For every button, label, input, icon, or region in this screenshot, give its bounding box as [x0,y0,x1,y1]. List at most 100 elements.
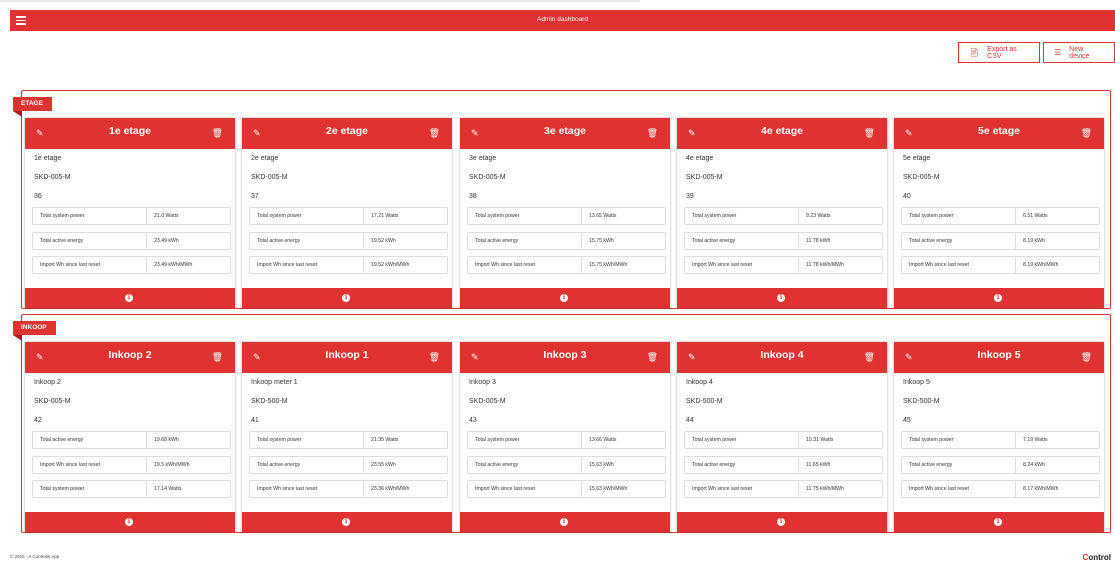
info-icon: i [560,294,568,302]
metric-label: Total active energy [902,457,1016,473]
card-title: Inkoop 3 [543,349,587,361]
device-type: SKD-005-M [903,174,940,181]
metric-value: 23.49 kWh [154,238,179,244]
trash-icon[interactable]: 🗑︎ [647,128,658,139]
trash-icon[interactable]: 🗑︎ [647,352,658,363]
metric-value: 11.65 kWh [806,462,831,468]
metric-value: 17.14 Watts [154,486,182,492]
metric-value: 11.78 kWh [806,238,831,244]
metric-row: Total active energy 23.55 kWh [249,456,448,474]
metric-label: Total system power [33,481,147,497]
device-number: 44 [686,417,694,424]
card-title: Inkoop 1 [325,349,369,361]
metric-label: Total active energy [468,457,582,473]
metric-value: 19.68 kWh [154,437,179,443]
brand-logo: Control [1082,553,1111,562]
metric-value: 10.31 Watts [806,437,834,443]
metric-value: 6.51 Watts [1023,213,1048,219]
device-type: SKD-005-M [34,174,71,181]
metric-value: 23.55 kWh [371,462,396,468]
trash-icon[interactable]: 🗑︎ [212,352,223,363]
metric-label: Total active energy [250,457,364,473]
metric-value: 19.52 kWh [371,238,396,244]
metric-row: Total active energy 8.19 kWh [901,232,1100,250]
device-type: SKD-500-M [686,398,723,405]
trash-icon[interactable]: 🗑︎ [429,128,440,139]
metric-label: Total active energy [250,233,364,249]
app-title: Admin dashboard [537,16,588,23]
section-tag: INKOOP [13,321,56,341]
device-card: ✎ Inkoop 2 🗑︎ Inkoop 2 SKD-005-M 42 Tota… [25,342,235,532]
trash-icon[interactable]: 🗑︎ [212,128,223,139]
card-info-button[interactable]: i [25,288,235,308]
card-header: ✎ 1e etage 🗑︎ [25,118,235,149]
card-info-button[interactable]: i [677,288,887,308]
device-type: SKD-005-M [34,398,71,405]
device-card: ✎ 3e etage 🗑︎ 3e etage SKD-005-M 38 Tota… [460,118,670,308]
toolbar: 📄︎ Export as CSV ☰ New device [958,42,1115,63]
card-info-button[interactable]: i [242,288,452,308]
export-csv-button[interactable]: 📄︎ Export as CSV [958,42,1040,63]
metric-label: Import Wh since last reset [250,481,364,497]
metric-value: 19.5 kWh/MWh [154,462,190,468]
card-info-button[interactable]: i [460,512,670,532]
trash-icon[interactable]: 🗑︎ [864,352,875,363]
device-number: 43 [469,417,477,424]
card-title: 3e etage [543,125,587,137]
section-etage: ETAGE ✎ 1e etage 🗑︎ 1e etage SKD-005-M 3… [13,90,1111,309]
device-number: 42 [34,417,42,424]
metric-row: Total active energy 19.52 kWh [249,232,448,250]
device-description: 1e etage [34,155,62,162]
card-info-button[interactable]: i [894,512,1104,532]
metric-value: 7.19 Watts [1023,437,1048,443]
card-title: 2e etage [325,125,369,137]
metric-label: Import Wh since last reset [250,257,364,273]
metric-row: Total active energy 8.24 kWh [901,456,1100,474]
device-number: 38 [469,193,477,200]
metric-value: 15.75 kWh [589,238,614,244]
device-number: 37 [251,193,259,200]
card-title: Inkoop 2 [108,349,152,361]
trash-icon[interactable]: 🗑︎ [1081,352,1092,363]
trash-icon[interactable]: 🗑︎ [429,352,440,363]
card-info-button[interactable]: i [25,512,235,532]
app-bar: Admin dashboard [10,10,1115,31]
card-info-button[interactable]: i [677,512,887,532]
metric-label: Import Wh since last reset [902,257,1016,273]
device-card: ✎ 1e etage 🗑︎ 1e etage SKD-005-M 36 Tota… [25,118,235,308]
trash-icon[interactable]: 🗑︎ [864,128,875,139]
metric-value: 15.63 kWh [589,462,614,468]
metric-row: Total active energy 15.75 kWh [467,232,666,250]
metric-label: Total system power [468,208,582,224]
device-number: 36 [34,193,42,200]
metric-value: 13.66 Watts [589,437,617,443]
device-type: SKD-005-M [686,174,723,181]
device-type: SKD-005-M [469,398,506,405]
card-info-button[interactable]: i [460,288,670,308]
metric-label: Import Wh since last reset [685,257,799,273]
metric-row: Total system power 13.66 Watts [467,431,666,449]
card-info-button[interactable]: i [894,288,1104,308]
metric-label: Import Wh since last reset [685,481,799,497]
metric-label: Import Wh since last reset [33,457,147,473]
card-info-button[interactable]: i [242,512,452,532]
device-description: Inkoop 3 [469,379,496,386]
metric-label: Total system power [250,432,364,448]
device-description: 2e etage [251,155,279,162]
device-card: ✎ 4e etage 🗑︎ 4e etage SKD-005-M 39 Tota… [677,118,887,308]
card-header: ✎ Inkoop 3 🗑︎ [460,342,670,373]
trash-icon[interactable]: 🗑︎ [1081,128,1092,139]
metric-label: Total system power [468,432,582,448]
info-icon: i [342,518,350,526]
metric-label: Import Wh since last reset [468,257,582,273]
new-device-button[interactable]: ☰ New device [1043,42,1115,63]
metric-label: Total active energy [33,233,147,249]
device-type: SKD-005-M [251,174,288,181]
metric-label: Total active energy [902,233,1016,249]
card-header: ✎ Inkoop 2 🗑︎ [25,342,235,373]
device-card: ✎ Inkoop 3 🗑︎ Inkoop 3 SKD-005-M 43 Tota… [460,342,670,532]
metric-row: Import Wh since last reset 23.36 kWh/MWh [249,480,448,498]
card-header: ✎ 4e etage 🗑︎ [677,118,887,149]
metric-value: 21.35 Watts [371,437,399,443]
metric-row: Total active energy 19.68 kWh [32,431,231,449]
